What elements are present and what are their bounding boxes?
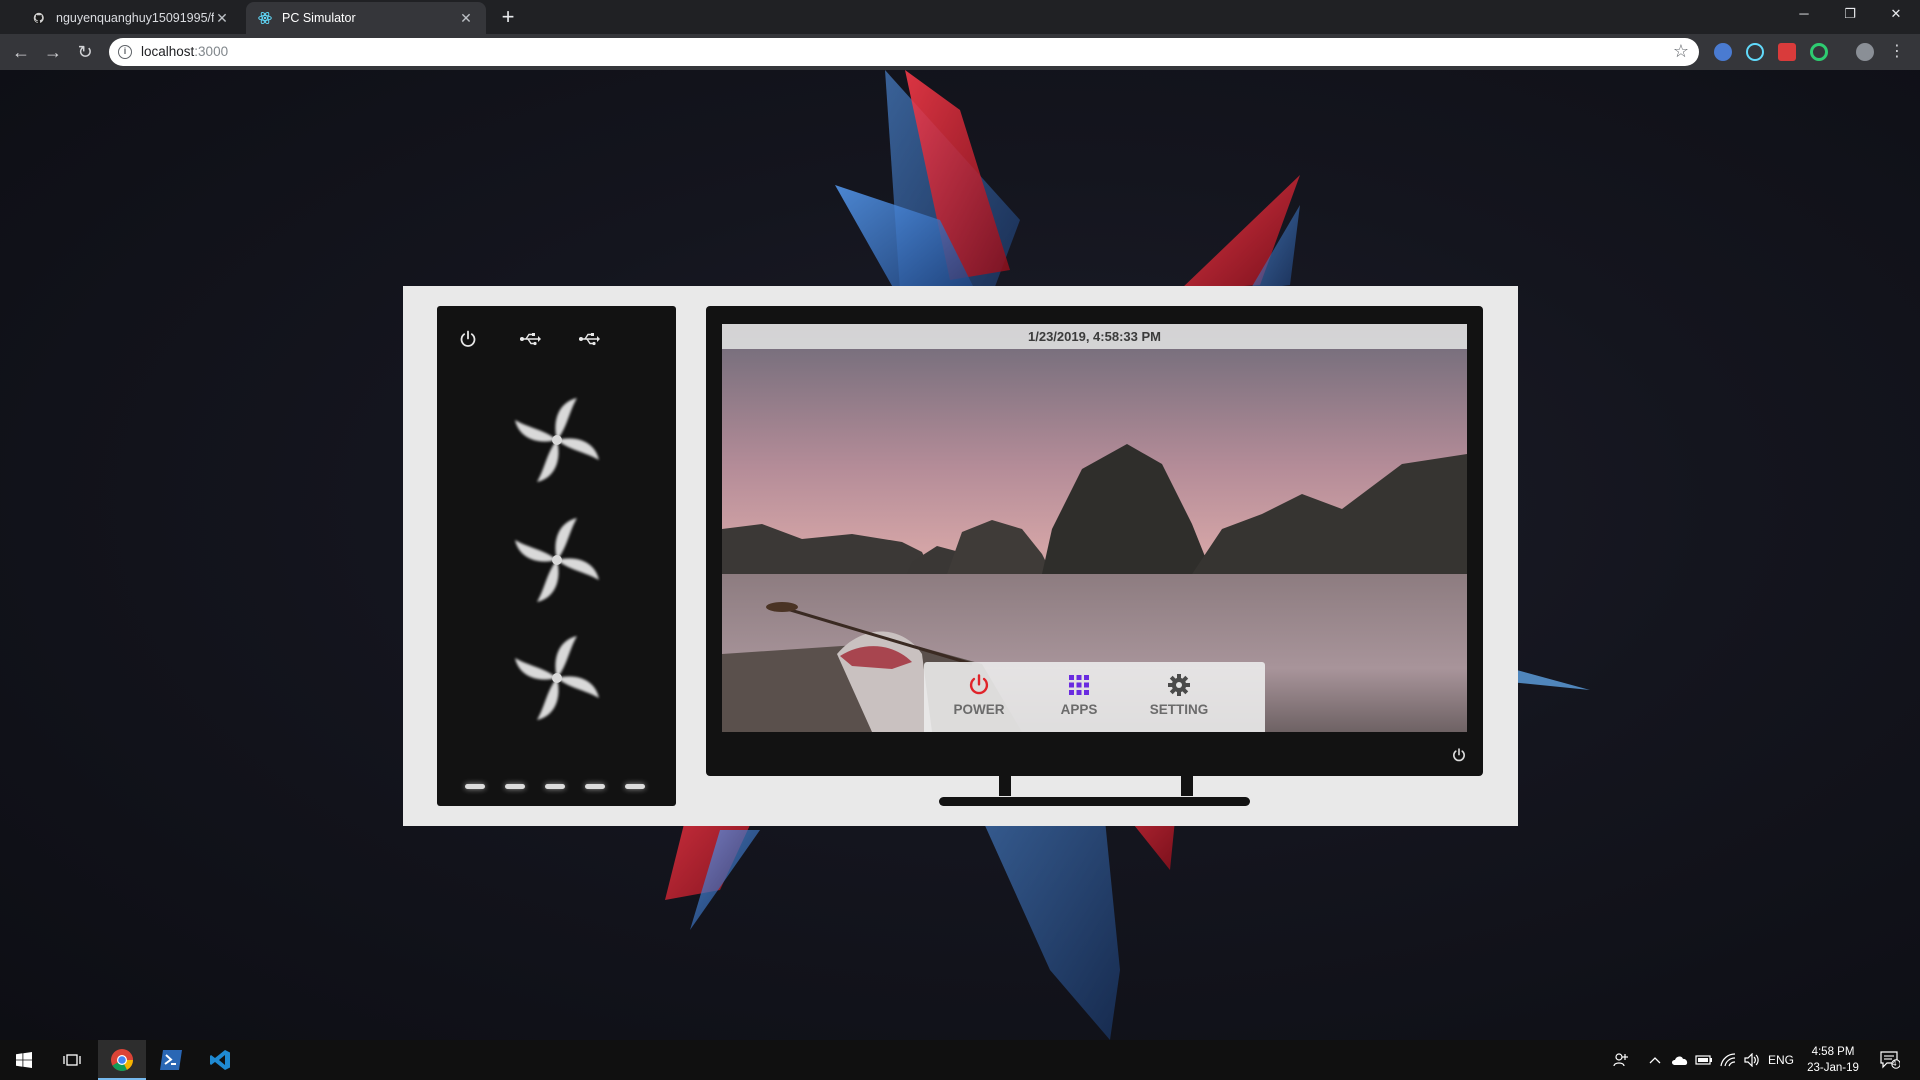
browser-toolbar: ← → ↻ i localhost:3000 ☆ ⋮	[0, 34, 1920, 70]
github-icon	[32, 11, 46, 25]
pc-tower	[437, 306, 676, 806]
extension-icon[interactable]	[1810, 43, 1828, 61]
usb-icon	[579, 333, 600, 346]
tower-power-button[interactable]	[455, 328, 481, 350]
wifi-icon[interactable]	[1718, 1040, 1738, 1080]
windows-taskbar: ENG 4:58 PM 23-Jan-19 4	[0, 1040, 1920, 1080]
tab-pc-simulator[interactable]: PC Simulator ✕	[246, 2, 486, 34]
address-bar[interactable]: i localhost:3000 ☆	[109, 38, 1699, 66]
battery-icon[interactable]	[1694, 1040, 1714, 1080]
tab-close-button[interactable]: ✕	[458, 10, 474, 26]
usb-icon	[520, 333, 541, 346]
status-led	[465, 784, 485, 789]
usb-port[interactable]	[517, 328, 543, 350]
status-led	[545, 784, 565, 789]
pc-simulator: 1/23/2019, 4:58:33 PM POWER APPS SETTING	[403, 286, 1518, 826]
gear-icon	[1139, 670, 1219, 700]
taskbar-chrome[interactable]	[98, 1040, 146, 1080]
react-icon	[258, 11, 272, 25]
onedrive-icon[interactable]	[1670, 1040, 1690, 1080]
monitor-power-button[interactable]	[1451, 747, 1467, 763]
reload-button[interactable]: ↻	[72, 40, 98, 64]
minimize-button[interactable]: ─	[1781, 0, 1827, 30]
react-devtools-icon[interactable]	[1746, 43, 1764, 61]
notification-icon	[1880, 1051, 1900, 1069]
task-view-button[interactable]	[48, 1040, 96, 1080]
monitor-stand-post	[999, 776, 1011, 796]
new-tab-button[interactable]: +	[494, 5, 522, 31]
dock-item-label: APPS	[1060, 702, 1098, 717]
dock-item-label: SETTING	[1149, 702, 1209, 717]
language-indicator[interactable]: ENG	[1766, 1040, 1796, 1080]
tab-title: nguyenquanghuy15091995/funn	[56, 11, 214, 25]
close-window-button[interactable]: ✕	[1873, 0, 1919, 30]
taskbar-powershell[interactable]	[147, 1040, 195, 1080]
profile-avatar[interactable]	[1856, 43, 1874, 61]
status-led	[585, 784, 605, 789]
screen-clock: 1/23/2019, 4:58:33 PM	[722, 324, 1467, 349]
task-view-icon	[63, 1054, 81, 1066]
page-background: 1/23/2019, 4:58:33 PM POWER APPS SETTING	[0, 70, 1920, 1040]
chrome-icon	[111, 1049, 133, 1071]
desktop-dock: POWER APPS SETTING	[924, 662, 1265, 732]
fan-icon	[515, 398, 599, 482]
screen-root: nguyenquanghuy15091995/funn ✕ PC Simulat…	[0, 0, 1920, 1080]
apps-grid-icon	[1039, 670, 1119, 700]
action-center-button[interactable]: 4	[1874, 1040, 1906, 1080]
usb-port[interactable]	[576, 328, 602, 350]
address-url: localhost:3000	[141, 44, 229, 59]
pc-monitor: 1/23/2019, 4:58:33 PM POWER APPS SETTING	[706, 306, 1483, 776]
bookmark-star-icon[interactable]: ☆	[1673, 41, 1689, 62]
status-led	[505, 784, 525, 789]
start-button[interactable]	[0, 1040, 48, 1080]
power-icon	[1453, 748, 1465, 762]
dock-apps-button[interactable]: APPS	[1039, 670, 1119, 728]
taskbar-vscode[interactable]	[196, 1040, 244, 1080]
vscode-icon	[210, 1050, 230, 1070]
tab-github[interactable]: nguyenquanghuy15091995/funn ✕	[20, 2, 242, 34]
menu-icon[interactable]: ⋮	[1884, 40, 1910, 64]
fan-icon	[515, 518, 599, 602]
powershell-icon	[160, 1050, 182, 1070]
extension-icon[interactable]	[1714, 43, 1732, 61]
monitor-stand-post	[1181, 776, 1193, 796]
back-button[interactable]: ←	[8, 40, 34, 64]
fan-icon	[515, 636, 599, 720]
forward-button[interactable]: →	[40, 40, 66, 64]
dock-power-button[interactable]: POWER	[939, 670, 1019, 728]
dock-item-label: POWER	[953, 702, 1005, 717]
monitor-stand-base	[939, 797, 1250, 806]
restore-button[interactable]: ❐	[1827, 0, 1873, 30]
power-icon	[939, 670, 1019, 700]
people-icon[interactable]	[1608, 1040, 1634, 1080]
clock-date: 23-Jan-19	[1807, 1062, 1859, 1074]
status-led	[625, 784, 645, 789]
dock-setting-button[interactable]: SETTING	[1139, 670, 1219, 728]
power-icon	[460, 330, 476, 347]
monitor-screen: 1/23/2019, 4:58:33 PM POWER APPS SETTING	[722, 324, 1467, 732]
windows-icon	[16, 1052, 32, 1068]
clock-time: 4:58 PM	[1811, 1046, 1855, 1058]
tab-title: PC Simulator	[282, 11, 356, 25]
taskbar-clock[interactable]: 4:58 PM 23-Jan-19	[1798, 1044, 1868, 1076]
browser-tabbar: nguyenquanghuy15091995/funn ✕ PC Simulat…	[0, 0, 1920, 34]
extension-icon[interactable]	[1778, 43, 1796, 61]
volume-icon[interactable]	[1742, 1040, 1762, 1080]
notification-count: 4	[1892, 1059, 1897, 1068]
tab-close-button[interactable]: ✕	[214, 10, 230, 26]
chevron-up-icon[interactable]	[1646, 1040, 1664, 1080]
info-icon[interactable]: i	[118, 45, 132, 59]
